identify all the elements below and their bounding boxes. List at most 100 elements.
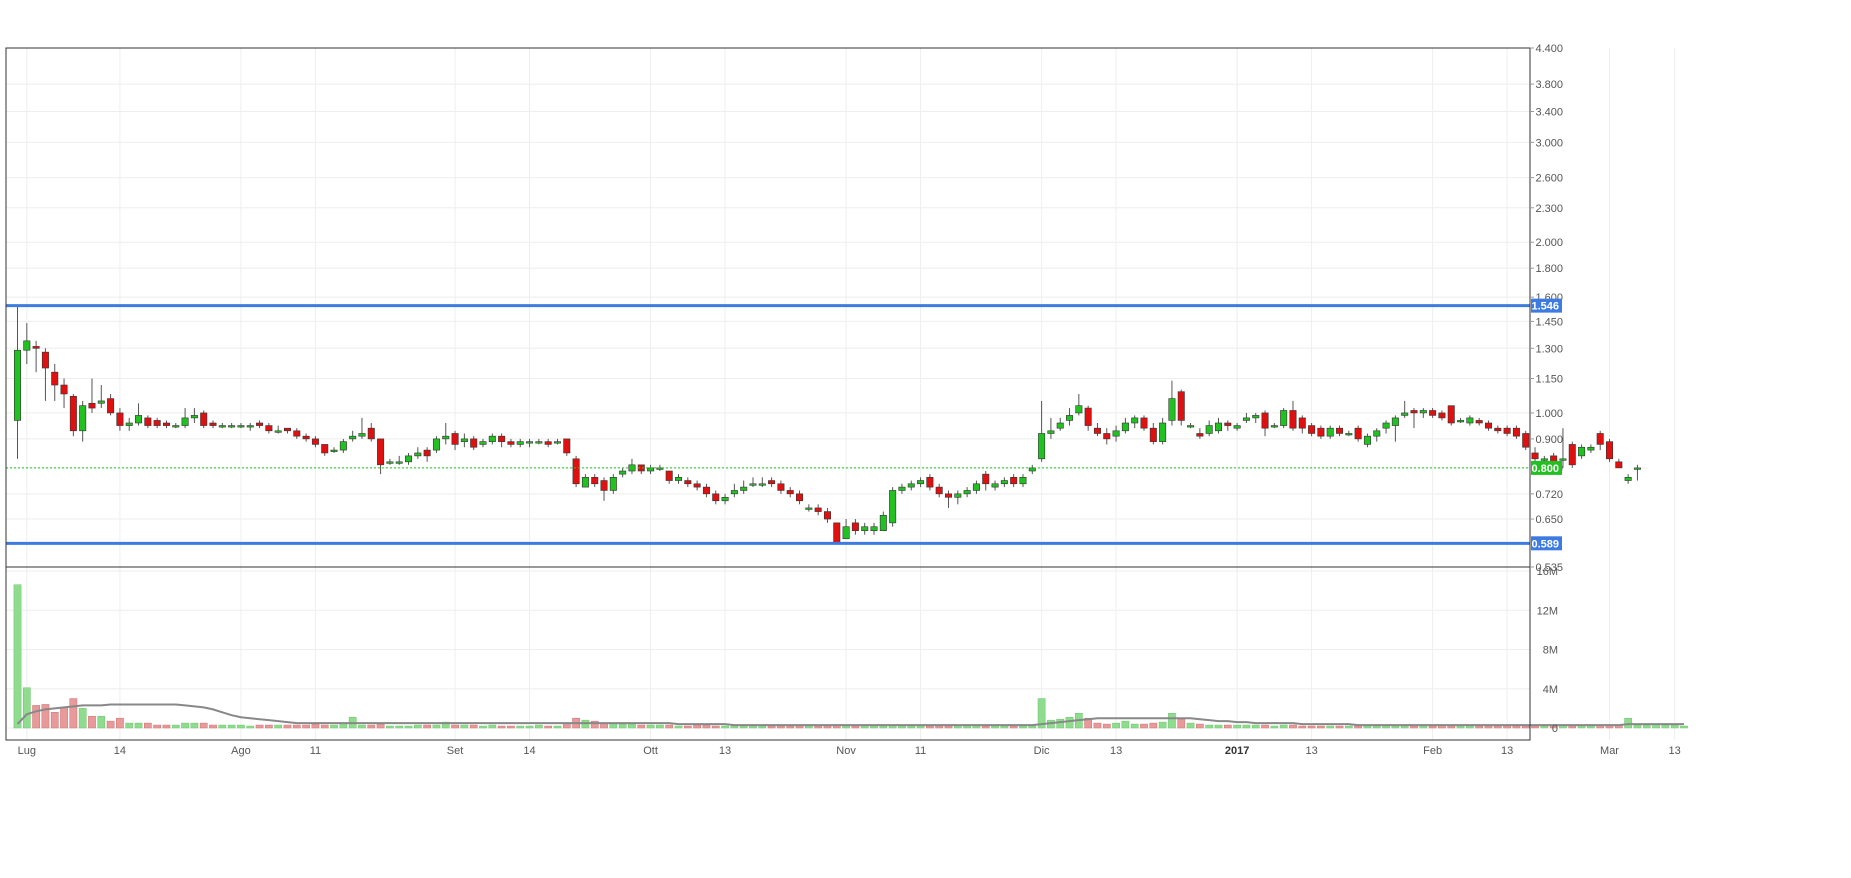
- price-tick-label: 0.650: [1535, 514, 1563, 526]
- candle-body: [1103, 433, 1111, 440]
- candle-body: [386, 461, 394, 464]
- candle-body: [1624, 477, 1632, 481]
- price-tick-label: 0.720: [1535, 489, 1563, 501]
- price-badges: 1.546 0.589 0.800: [1531, 298, 1562, 551]
- candle-body: [768, 480, 776, 485]
- volume-bar: [1149, 722, 1158, 729]
- volume-bar: [665, 724, 674, 729]
- candle-body: [1252, 415, 1260, 419]
- volume-bar: [311, 723, 320, 729]
- candle-body: [758, 483, 766, 486]
- candle-body: [498, 435, 506, 442]
- volume-bar: [69, 698, 78, 729]
- volume-bar: [1214, 724, 1223, 729]
- level-badge-label: 0.589: [1531, 538, 1559, 550]
- candle-body: [88, 402, 96, 409]
- volume-bar: [497, 725, 506, 729]
- candle-body: [349, 435, 357, 440]
- candle-body: [833, 522, 841, 544]
- candle-body: [851, 522, 859, 531]
- candle-body: [218, 425, 226, 428]
- candle-body: [1363, 435, 1371, 445]
- candle-body: [1159, 422, 1167, 442]
- volume-bar: [507, 725, 515, 729]
- volume-bar: [730, 725, 739, 729]
- candle-body: [311, 438, 319, 445]
- volume-bar: [1307, 725, 1316, 729]
- volume-bar: [674, 725, 683, 729]
- candle-body: [107, 398, 115, 414]
- candle-body: [1438, 412, 1446, 419]
- candle-body: [749, 483, 757, 486]
- volume-bar: [143, 722, 152, 729]
- candle-body: [367, 427, 375, 440]
- volume-bar: [237, 724, 245, 729]
- candle-body: [1075, 405, 1083, 414]
- candle-body: [1131, 417, 1139, 424]
- volume-bar: [1428, 725, 1437, 729]
- candle-body: [1224, 422, 1232, 426]
- volume-bar: [525, 725, 534, 729]
- volume-bar: [1335, 725, 1344, 729]
- candle-body: [1000, 480, 1008, 485]
- candle-body: [1578, 446, 1586, 457]
- candle-body: [935, 486, 943, 495]
- volume-bar: [553, 725, 562, 729]
- volume-bar: [246, 725, 255, 729]
- price-tick-label: 3.800: [1535, 79, 1563, 91]
- time-tick-label: Ago: [231, 745, 251, 757]
- candle-body: [609, 477, 617, 491]
- volume-bar: [209, 724, 217, 729]
- candle-body: [395, 461, 403, 464]
- candle-body: [1373, 430, 1381, 437]
- candle-body: [1233, 425, 1241, 429]
- volume-bar: [1633, 724, 1642, 729]
- volume-bar: [1466, 725, 1474, 729]
- candle-body: [246, 425, 254, 428]
- candle-body: [1336, 427, 1344, 434]
- volume-bar: [274, 724, 283, 729]
- price-tick-label: 0.900: [1535, 434, 1563, 446]
- volume-bar: [106, 720, 115, 729]
- candle-body: [1382, 422, 1390, 429]
- candle-body: [991, 483, 999, 488]
- candle-body: [581, 477, 589, 488]
- volume-bar: [255, 724, 264, 729]
- candle-body: [1168, 398, 1176, 421]
- price-tick-label: 2.000: [1535, 237, 1563, 249]
- candle-body: [190, 415, 198, 419]
- volume-panel-frame: [5, 566, 1531, 741]
- volume-bar: [1503, 725, 1511, 729]
- candle-body: [1587, 446, 1595, 451]
- volume-bar: [432, 724, 441, 729]
- candle-body: [488, 435, 496, 442]
- time-tick-label: 11: [310, 745, 321, 757]
- candle-body: [209, 422, 217, 426]
- candle-body: [553, 441, 561, 444]
- candle-body: [293, 430, 301, 437]
- volume-bar: [944, 725, 953, 729]
- candle-body: [1056, 422, 1064, 429]
- candle-body: [1475, 420, 1483, 424]
- volume-bar: [1000, 725, 1009, 729]
- candle-body: [535, 441, 543, 444]
- volume-bar: [125, 722, 134, 729]
- candle-body: [283, 427, 291, 432]
- volume-bar: [199, 722, 208, 729]
- volume-bar: [1009, 725, 1018, 729]
- time-tick-label: 13: [1305, 745, 1317, 757]
- candle-body: [907, 483, 915, 488]
- volume-bar: [656, 724, 664, 729]
- volume-bar: [78, 708, 87, 729]
- candle-body: [51, 371, 59, 386]
- time-tick-label: 13: [1501, 745, 1513, 757]
- volume-bar: [1391, 725, 1400, 729]
- candle-body: [479, 441, 487, 445]
- candle-body: [1177, 391, 1185, 421]
- time-tick-label: 13: [719, 745, 731, 757]
- candle-body: [423, 449, 431, 457]
- volume-bar: [227, 724, 236, 729]
- candle-body: [1484, 422, 1492, 429]
- candle-body: [954, 493, 962, 498]
- volume-bar: [1531, 725, 1539, 729]
